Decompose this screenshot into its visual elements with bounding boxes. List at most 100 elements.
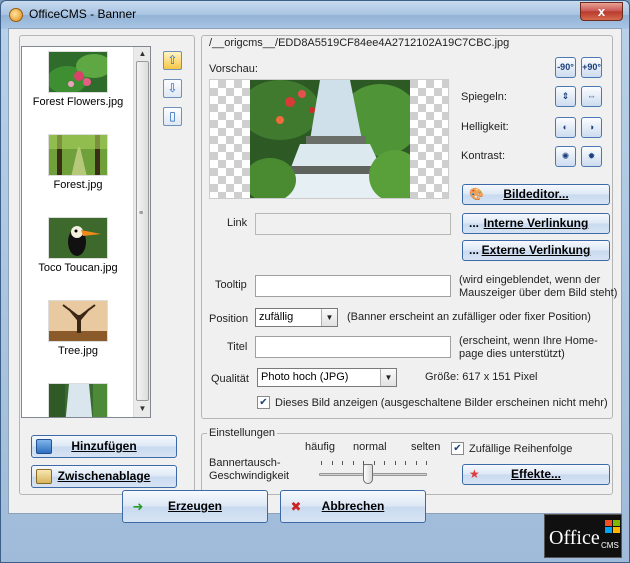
clipboard-label: Zwischenablage: [57, 469, 151, 483]
random-order-checkbox[interactable]: ✔: [451, 442, 464, 455]
cancel-button[interactable]: ✖ Abbrechen: [280, 490, 426, 523]
add-image-label: Hinzufügen: [71, 439, 137, 453]
title-bar[interactable]: OfficeCMS - Banner x: [1, 1, 629, 29]
scrollbar-thumb[interactable]: ≡: [136, 61, 149, 401]
list-item[interactable]: [22, 379, 134, 417]
tree-thumbnail-icon: [48, 300, 108, 342]
clipboard-button[interactable]: Zwischenablage: [31, 465, 177, 488]
brightness-down-button[interactable]: ◐: [555, 117, 576, 138]
thumbnail-scrollbar[interactable]: ▲ ≡ ▼: [133, 47, 150, 417]
link-field[interactable]: [255, 213, 451, 235]
effekte-button[interactable]: ★ Effekte...: [462, 464, 610, 485]
move-down-button[interactable]: ⇩: [163, 79, 182, 98]
scroll-down-icon[interactable]: ▼: [137, 404, 148, 414]
kontrast-label: Kontrast:: [461, 150, 506, 162]
page-icon: ▯: [169, 109, 176, 123]
brightness-up-button[interactable]: ◑: [581, 117, 602, 138]
list-item[interactable]: Forest Flowers.jpg: [22, 47, 134, 130]
bildeditor-button[interactable]: 🎨 Bildeditor...: [462, 184, 610, 205]
add-image-button[interactable]: Hinzufügen: [31, 435, 177, 458]
move-up-button[interactable]: ⇧: [163, 51, 182, 70]
slider-tick: [342, 461, 343, 465]
list-item[interactable]: Tree.jpg: [22, 296, 134, 379]
effekte-label: Effekte...: [510, 467, 561, 481]
slider-tick: [426, 461, 427, 465]
qualitaet-select[interactable]: Photo hoch (JPG) ▼: [257, 368, 397, 387]
arrow-up-icon: ⇧: [167, 53, 178, 67]
list-item-label: Forest.jpg: [53, 179, 103, 191]
externe-verlinkung-label: Externe Verlinkung: [481, 243, 591, 257]
speed-slider-track[interactable]: [319, 473, 427, 476]
list-item[interactable]: Forest.jpg: [22, 130, 134, 213]
logo-subtext: CMS: [601, 541, 619, 550]
slider-tick: [384, 461, 385, 465]
app-icon: [9, 8, 23, 22]
close-icon: ✖: [290, 499, 302, 514]
tooltip-input[interactable]: [255, 275, 451, 297]
slider-ticks: [321, 461, 427, 467]
speed-label: Bannertausch-Geschwindigkeit: [209, 457, 290, 482]
flip-horizontal-button[interactable]: ⇔: [581, 86, 602, 107]
link-label: Link: [227, 217, 248, 229]
slider-tick: [405, 461, 406, 465]
page-button[interactable]: ▯: [163, 107, 182, 126]
ellipsis-icon: ...: [469, 216, 480, 230]
chevron-down-icon: ▼: [380, 369, 396, 386]
create-button[interactable]: ➜ Erzeugen: [122, 490, 268, 523]
image-preview: [209, 79, 449, 199]
list-item-label: Toco Toucan.jpg: [38, 262, 118, 274]
random-order-label: Zufällige Reihenfolge: [469, 443, 573, 455]
titel-label: Titel: [227, 341, 248, 353]
checkmark-icon: ✔: [259, 397, 268, 408]
ellipsis-icon: ...: [469, 243, 480, 257]
flip-vertical-button[interactable]: ⇕: [555, 86, 576, 107]
brightness-up-icon: ◑: [588, 122, 595, 132]
position-value: zufällig: [259, 311, 294, 323]
slider-tick: [373, 461, 375, 465]
list-item[interactable]: Toco Toucan.jpg: [22, 213, 134, 296]
qualitaet-value: Photo hoch (JPG): [261, 371, 349, 383]
titel-input[interactable]: [255, 336, 451, 358]
close-button[interactable]: x: [580, 2, 623, 21]
slider-tick: [394, 461, 396, 465]
create-label: Erzeugen: [167, 499, 222, 513]
flip-vertical-icon: ⇕: [561, 91, 570, 101]
star-icon: ★: [469, 467, 480, 481]
palette-icon: 🎨: [469, 187, 484, 201]
toucan-thumbnail-icon: [48, 217, 108, 259]
speed-label-haeufig: häufig: [305, 441, 335, 453]
cancel-label: Abbrechen: [321, 499, 385, 513]
clipboard-icon: [36, 469, 52, 484]
officecms-logo: Office CMS: [544, 514, 622, 558]
show-image-label: Dieses Bild anzeigen (ausgeschaltene Bil…: [275, 397, 608, 409]
spiegeln-label: Spiegeln:: [461, 91, 507, 103]
rotate-left-button[interactable]: -90°: [555, 57, 576, 78]
arrow-down-icon: ⇩: [167, 81, 178, 95]
forest-thumbnail-icon: [48, 134, 108, 176]
contrast-up-button[interactable]: ✹: [581, 146, 602, 167]
window-title: OfficeCMS - Banner: [29, 7, 137, 21]
chevron-down-icon: ▼: [321, 309, 337, 326]
slider-tick: [331, 461, 333, 465]
image-thumbnail-list[interactable]: Forest Flowers.jpg Forest.jpg Toco Touca…: [21, 46, 151, 418]
position-select[interactable]: zufällig ▼: [255, 308, 338, 327]
titel-hint: (erscheint, wenn Ihre Home-page dies unt…: [459, 335, 598, 360]
show-image-checkbox[interactable]: ✔: [257, 396, 270, 409]
scroll-up-icon[interactable]: ▲: [137, 49, 148, 59]
slider-tick: [415, 461, 417, 465]
speed-slider-thumb[interactable]: [362, 464, 373, 484]
externe-verlinkung-button[interactable]: ... Externe Verlinkung: [462, 240, 610, 261]
slider-tick: [321, 461, 322, 465]
list-item-label: Tree.jpg: [58, 345, 98, 357]
interne-verlinkung-button[interactable]: ... Interne Verlinkung: [462, 213, 610, 234]
waterfall-preview-image: [250, 80, 410, 198]
contrast-down-button[interactable]: ✺: [555, 146, 576, 167]
folder-open-icon: [36, 439, 52, 454]
contrast-up-icon: ✹: [587, 151, 596, 161]
qualitaet-label: Qualität: [211, 373, 249, 385]
waterfall-thumbnail-icon: [48, 383, 108, 417]
contrast-down-icon: ✺: [561, 151, 570, 161]
windows-flag-icon: [605, 520, 621, 534]
rotate-right-button[interactable]: +90°: [581, 57, 602, 78]
position-label: Position: [209, 313, 249, 325]
